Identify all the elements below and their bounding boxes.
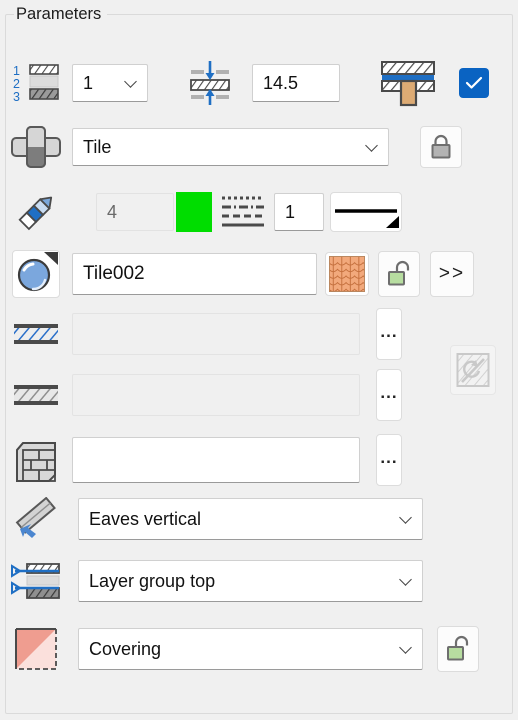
linetype-number-input[interactable]: 1 [274, 193, 324, 231]
lock-closed-icon [431, 134, 451, 159]
thickness-input[interactable]: 14.5 [252, 64, 340, 102]
material-sphere-button[interactable] [12, 250, 60, 298]
material-name-input[interactable]: Tile002 [72, 253, 317, 295]
core-layer-icon [372, 58, 444, 108]
numbered-layers-icon: 1 2 3 [0, 62, 72, 104]
svg-text:2: 2 [13, 77, 20, 91]
material-texture-button[interactable] [325, 252, 369, 296]
layer-index-combo-wrap: 1 [72, 64, 168, 102]
material-expand-label: >> [438, 263, 466, 284]
component-cross-icon [0, 125, 72, 169]
classification-combo[interactable]: Covering [78, 628, 423, 670]
eaves-arrow-icon [0, 497, 72, 541]
component-combo-wrap: Tile [72, 128, 402, 166]
classification-row: Covering [0, 625, 518, 673]
material-name-value: Tile002 [83, 263, 145, 284]
component-value: Tile [83, 136, 112, 157]
chevron-down-icon [366, 140, 378, 152]
layer-group-icon [0, 559, 72, 603]
thickness-input-wrap: 14.5 [252, 64, 372, 102]
core-layer-checkbox-wrap [444, 68, 504, 98]
component-row: Tile [0, 124, 518, 170]
thickness-value: 14.5 [263, 72, 299, 93]
pen-row: 4 1 [0, 188, 518, 236]
chevron-down-icon [400, 574, 412, 586]
chevron-down-icon [400, 512, 412, 524]
layer-index-combo[interactable]: 1 [72, 64, 148, 102]
layer-thickness-icon [168, 60, 252, 106]
cut-fill-browse-button[interactable]: ... [376, 308, 402, 360]
cut-fill-row: ... [0, 308, 518, 360]
layer-position-combo[interactable]: Layer group top [78, 560, 423, 602]
component-combo[interactable]: Tile [72, 128, 389, 166]
reference-line-row: Eaves vertical [0, 497, 518, 541]
layer-index-row: 1 2 3 1 14.5 [0, 58, 518, 108]
pen-color-swatch[interactable] [176, 192, 212, 232]
linetype-icon [212, 193, 274, 231]
building-material-row: ... [0, 434, 518, 486]
classification-lock-button[interactable] [437, 626, 479, 672]
svg-text:1: 1 [13, 64, 20, 78]
building-material-browse-button[interactable]: ... [376, 434, 402, 486]
building-material-input[interactable] [72, 437, 360, 483]
parameters-panel: Parameters 1 2 3 1 14.5 Tile 4 1 Tile002… [0, 0, 518, 720]
parameters-groupbox [5, 14, 513, 714]
surface-fill-row: ... [0, 369, 518, 421]
pen-icon [0, 190, 72, 234]
linetype-number-value: 1 [285, 201, 296, 222]
lock-open-icon [388, 260, 410, 286]
reference-line-value: Eaves vertical [89, 508, 202, 529]
chevron-down-icon [125, 76, 137, 88]
covering-swatch-icon [0, 628, 72, 670]
component-lock-button-wrap [420, 126, 462, 168]
reference-line-combo[interactable]: Eaves vertical [78, 498, 423, 540]
material-row: Tile002 >> [0, 248, 518, 300]
surface-fill-input[interactable] [72, 374, 360, 416]
check-icon [465, 76, 483, 89]
cut-fill-browse-label: ... [380, 322, 398, 341]
layer-position-value: Layer group top [89, 570, 216, 591]
material-sphere-icon [17, 252, 58, 292]
classification-value: Covering [89, 638, 162, 659]
surface-fill-browse-button[interactable]: ... [376, 369, 402, 421]
line-weight-preview-button[interactable] [330, 192, 402, 232]
surface-fill-browse-label: ... [380, 383, 398, 402]
roof-tile-texture-icon [329, 256, 365, 292]
building-material-browse-label: ... [380, 448, 398, 467]
cut-fill-input[interactable] [72, 313, 360, 355]
lock-open-icon [447, 635, 469, 661]
pen-number-input[interactable]: 4 [96, 193, 174, 231]
pen-number-value: 4 [107, 201, 118, 222]
line-weight-preview-icon [335, 209, 399, 228]
gray-hatch-icon [0, 382, 72, 408]
page-title: Parameters [14, 4, 108, 24]
material-lock-button[interactable] [378, 251, 420, 297]
material-expand-button[interactable]: >> [430, 251, 474, 297]
component-lock-button[interactable] [420, 126, 462, 168]
chevron-down-icon [400, 642, 412, 654]
blue-hatch-icon [0, 321, 72, 347]
core-layer-checkbox[interactable] [459, 68, 489, 98]
material-sphere-button-wrap [0, 250, 72, 298]
brick-wall-icon [0, 438, 72, 482]
layer-position-row: Layer group top [0, 559, 518, 603]
layer-index-value: 1 [83, 72, 94, 93]
svg-text:3: 3 [13, 90, 20, 104]
